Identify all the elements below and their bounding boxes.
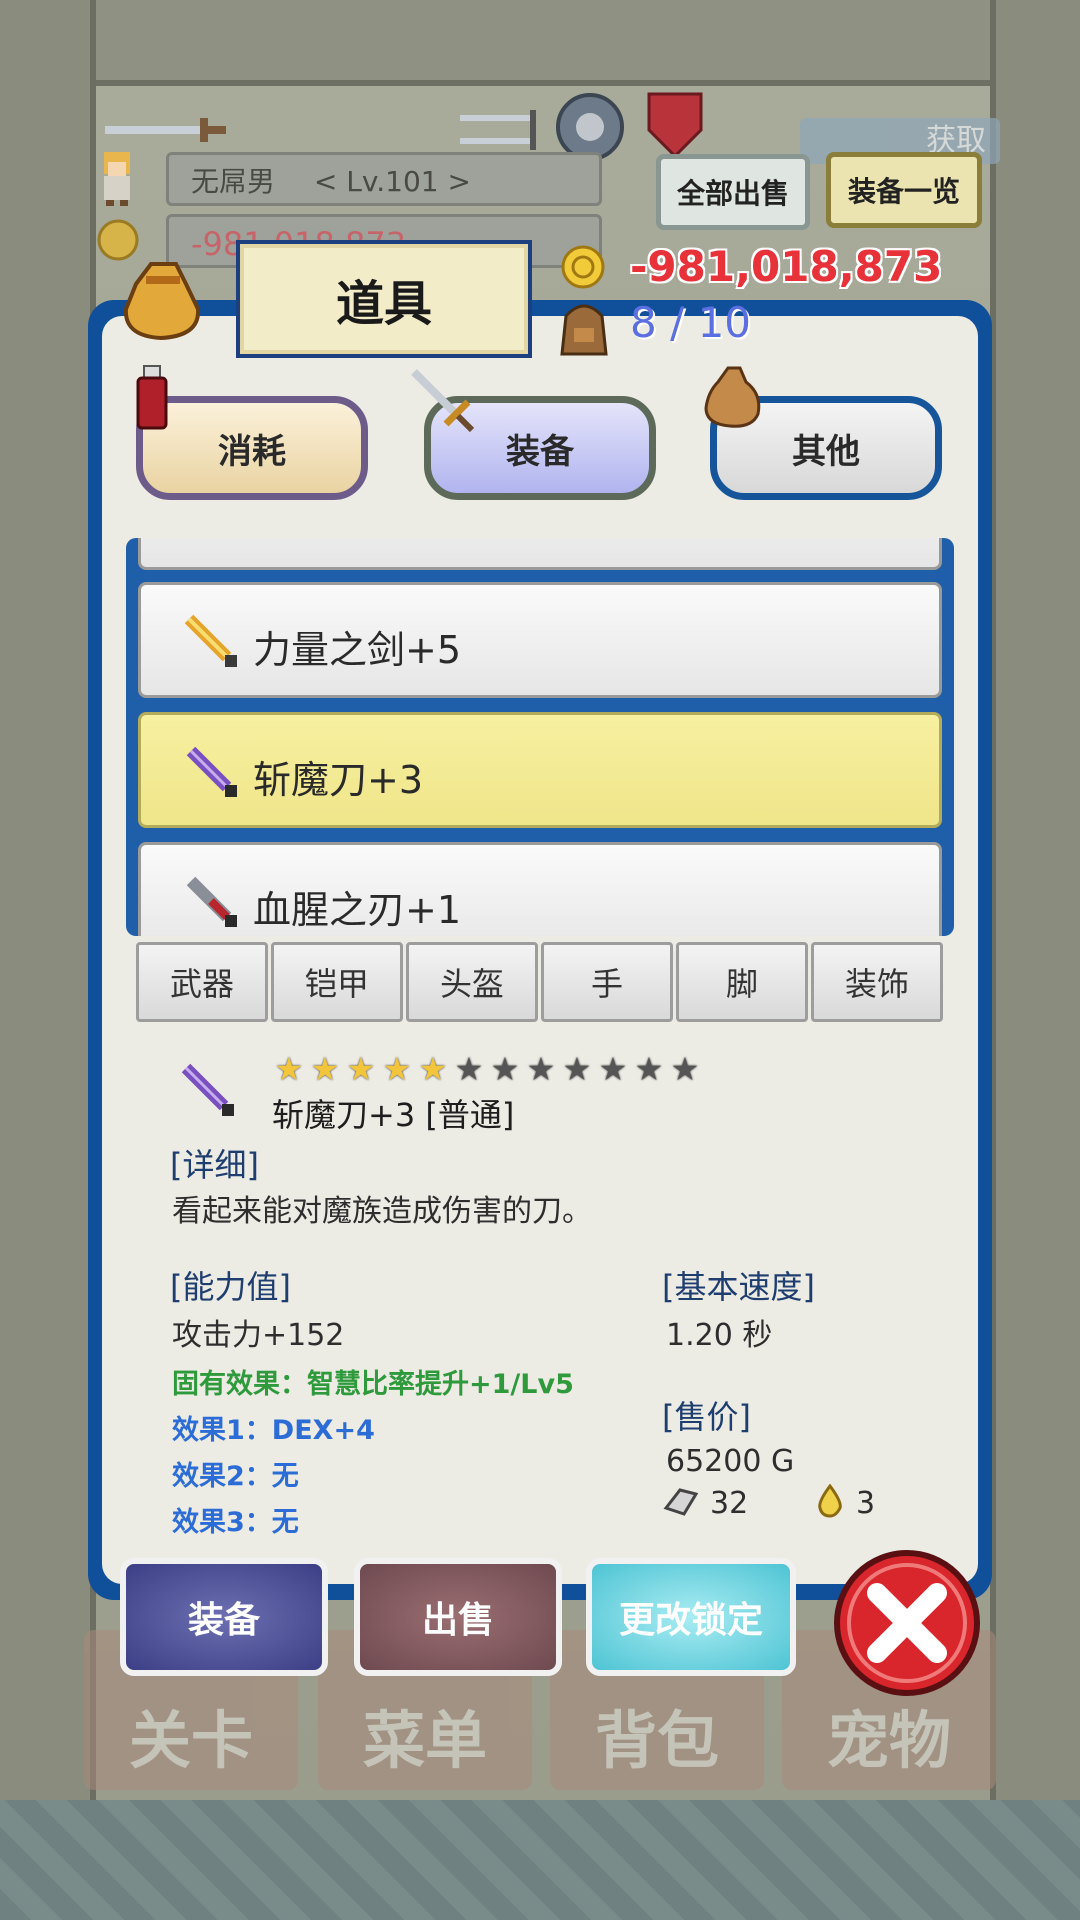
item-bag-icon <box>123 262 201 341</box>
sell-button[interactable]: 出售 <box>354 1558 562 1676</box>
item-name: 血腥之刃+1 <box>253 888 462 932</box>
slot-tab-foot[interactable]: 脚 <box>676 942 808 1022</box>
detail-item-name: 斩魔刀+3 [普通] <box>272 1096 515 1134</box>
sword-icon <box>411 369 475 433</box>
star-empty-icon: ★ <box>526 1050 556 1088</box>
star-empty-icon: ★ <box>454 1050 484 1088</box>
floor-tiles <box>0 1800 1080 1920</box>
drop-icon <box>818 1484 842 1518</box>
slot-tab-helmet[interactable]: 头盔 <box>406 942 538 1022</box>
gold-amount: -981,018,873 <box>630 242 943 291</box>
equipment-list-button[interactable]: 装备一览 <box>826 152 982 228</box>
tab-consumables-label: 消耗 <box>218 431 286 472</box>
star-filled-icon: ★ <box>346 1050 376 1088</box>
sack-icon <box>704 366 761 428</box>
player-avatar <box>104 152 130 206</box>
gold-sword-icon <box>184 614 237 667</box>
sell-all-button[interactable]: 全部出售 <box>656 154 810 230</box>
sell-price: 65200 G <box>666 1444 795 1479</box>
backpack-icon <box>560 304 608 356</box>
effect-1: 效果1：DEX+4 <box>172 1415 375 1446</box>
slot-tab-armor[interactable]: 铠甲 <box>271 942 403 1022</box>
price-header: [售价] <box>662 1398 751 1436</box>
star-empty-icon: ★ <box>598 1050 628 1088</box>
item-name: 力量之剑+5 <box>253 628 462 672</box>
purple-blade-icon <box>186 746 237 797</box>
detail-header: [详细] <box>170 1146 259 1184</box>
list-item-partial <box>138 538 942 570</box>
ceiling-beam <box>0 0 1080 86</box>
item-description: 看起来能对魔族造成伤害的刀。 <box>172 1194 592 1229</box>
close-icon[interactable] <box>832 1548 982 1698</box>
inventory-capacity: 8 / 10 <box>630 298 752 347</box>
tab-other-label: 其他 <box>792 431 860 472</box>
red-blade-icon <box>186 876 237 927</box>
slot-tab-weapon[interactable]: 武器 <box>136 942 268 1022</box>
effect-3: 效果3：无 <box>172 1507 299 1538</box>
star-empty-icon: ★ <box>562 1050 592 1088</box>
gold-coin-icon <box>561 245 605 289</box>
star-filled-icon: ★ <box>310 1050 340 1088</box>
item-name: 斩魔刀+3 <box>253 758 424 802</box>
change-lock-button[interactable]: 更改锁定 <box>586 1558 796 1676</box>
selected-item-icon <box>181 1063 234 1116</box>
ore-count: 32 <box>710 1486 749 1521</box>
slot-tab-hand[interactable]: 手 <box>541 942 673 1022</box>
base-speed: 1.20 秒 <box>666 1318 773 1353</box>
player-name: 无屌男 <box>191 165 276 198</box>
innate-effect: 固有效果：智慧比率提升+1/Lv5 <box>172 1369 574 1400</box>
equip-button[interactable]: 装备 <box>120 1558 328 1676</box>
player-level: < Lv.101 > <box>313 165 471 198</box>
drop-count: 3 <box>856 1486 876 1521</box>
potion-icon <box>136 365 168 430</box>
left-pillar <box>0 0 96 1800</box>
attack-stat: 攻击力+152 <box>172 1318 345 1353</box>
star-empty-icon: ★ <box>490 1050 520 1088</box>
list-item[interactable]: 血腥之刃+1 <box>138 842 942 936</box>
star-filled-icon: ★ <box>274 1050 304 1088</box>
star-empty-icon: ★ <box>634 1050 664 1088</box>
star-empty-icon: ★ <box>670 1050 700 1088</box>
wall-sword-icon <box>105 118 226 142</box>
effect-2: 效果2：无 <box>172 1461 299 1492</box>
wall-red-shield-icon <box>647 92 703 159</box>
tab-equipment-label: 装备 <box>506 431 574 472</box>
player-name-plate: 无屌男 < Lv.101 > <box>166 152 602 206</box>
wall-daggers-icon <box>460 110 536 150</box>
panel-title: 道具 <box>236 240 532 358</box>
ore-icon <box>663 1488 698 1516</box>
slot-tab-accessory[interactable]: 装饰 <box>811 942 943 1022</box>
speed-header: [基本速度] <box>662 1268 815 1306</box>
star-filled-icon: ★ <box>382 1050 412 1088</box>
list-item[interactable]: 力量之剑+5 <box>138 582 942 698</box>
item-list[interactable]: 力量之剑+5 斩魔刀+3 血腥之刃+1 <box>126 538 954 936</box>
list-item-selected[interactable]: 斩魔刀+3 <box>138 712 942 828</box>
star-filled-icon: ★ <box>418 1050 448 1088</box>
right-pillar <box>990 0 1080 1800</box>
stats-header: [能力值] <box>170 1268 291 1306</box>
